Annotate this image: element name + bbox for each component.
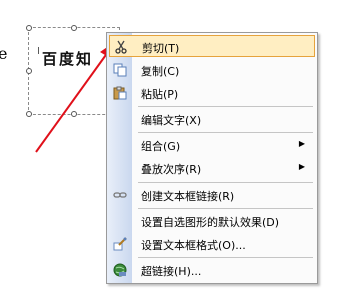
paste-icon xyxy=(112,85,128,101)
menu-item-label: 设置自选图形的默认效果(D) xyxy=(141,216,280,229)
menu-item-label: 超链接(H)... xyxy=(141,265,202,278)
menu-item-hyperlink[interactable]: 超链接(H)... xyxy=(109,259,315,281)
menu-item-create-link[interactable]: 创建文本框链接(R) xyxy=(109,184,315,206)
menu-item-paste[interactable]: 粘贴(P) xyxy=(109,82,315,104)
menu-item-label: 创建文本框链接(R) xyxy=(141,190,235,203)
menu-item-format-textbox[interactable]: 设置文本框格式(O)... xyxy=(109,233,315,255)
menu-item-cut[interactable]: 剪切(T) xyxy=(109,35,315,57)
menu-item-set-default[interactable]: 设置自选图形的默认效果(D) xyxy=(109,210,315,232)
scissors-icon xyxy=(113,39,129,55)
menu-item-label: 复制(C) xyxy=(141,65,180,78)
menu-item-order[interactable]: 叠放次序(R) ▶ xyxy=(109,157,315,179)
menu-item-label: 粘贴(P) xyxy=(141,88,179,101)
menu-item-copy[interactable]: 复制(C) xyxy=(109,59,315,81)
menu-item-label: 设置文本框格式(O)... xyxy=(141,239,246,252)
submenu-arrow-icon: ▶ xyxy=(298,139,305,148)
menu-separator xyxy=(138,208,313,209)
format-textbox-icon xyxy=(112,236,128,252)
menu-item-label: 编辑文字(X) xyxy=(141,114,202,127)
submenu-arrow-icon: ▶ xyxy=(298,162,305,171)
menu-item-label: 剪切(T) xyxy=(142,42,180,55)
menu-item-label: 叠放次序(R) xyxy=(141,163,202,176)
menu-separator xyxy=(138,106,313,107)
menu-item-label: 组合(G) xyxy=(141,140,181,153)
menu-item-edit-text[interactable]: 编辑文字(X) xyxy=(109,108,315,130)
menu-item-group[interactable]: 组合(G) ▶ xyxy=(109,134,315,156)
copy-icon xyxy=(112,62,128,78)
hyperlink-icon xyxy=(112,262,128,278)
link-icon xyxy=(112,187,128,203)
context-menu: 剪切(T) 复制(C) 粘贴(P) 编辑文字(X) 组合(G) ▶ 叠放次序(R… xyxy=(106,32,318,284)
menu-separator xyxy=(138,182,313,183)
menu-separator xyxy=(138,257,313,258)
menu-separator xyxy=(138,132,313,133)
